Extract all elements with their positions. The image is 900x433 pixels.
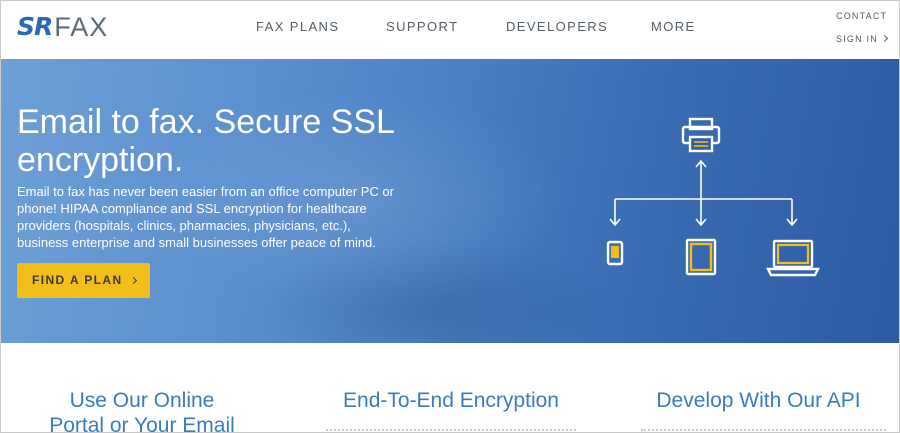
logo-word: FAX <box>54 12 109 42</box>
feature-portal-title-line1: Use Our Online <box>69 389 215 412</box>
nav-developers[interactable]: DEVELOPERS <box>506 19 608 35</box>
site-header: SR FAX FAX PLANS SUPPORT DEVELOPERS MORE… <box>1 1 899 59</box>
hero-title: Email to fax. Secure SSL encryption. <box>17 103 394 179</box>
feature-api-text-cutoff <box>641 429 886 432</box>
nav-fax-plans[interactable]: FAX PLANS <box>256 19 339 35</box>
chevron-right-icon <box>129 276 137 285</box>
feature-encryption-title: End-To-End Encryption <box>343 389 559 412</box>
feature-portal-title: Use Our Online Portal or Your Email <box>31 388 253 433</box>
device-diagram <box>606 117 820 277</box>
find-a-plan-label: FIND A PLAN <box>32 273 123 287</box>
nav-support[interactable]: SUPPORT <box>386 19 458 35</box>
sign-in-label: SIGN IN <box>836 34 878 44</box>
tablet-icon <box>685 238 717 276</box>
contact-link[interactable]: CONTACT <box>836 11 887 21</box>
feature-api-title: Develop With Our API <box>656 389 861 412</box>
feature-portal-title-line2: Portal or Your Email <box>49 414 235 433</box>
feature-encryption-text-cutoff <box>326 429 576 432</box>
page: SR FAX FAX PLANS SUPPORT DEVELOPERS MORE… <box>0 0 900 433</box>
phone-icon <box>606 240 624 266</box>
laptop-icon <box>766 239 820 277</box>
chevron-right-icon <box>880 34 888 43</box>
hero-banner: Email to fax. Secure SSL encryption. Ema… <box>1 59 899 343</box>
nav-more[interactable]: MORE <box>651 19 696 35</box>
find-a-plan-button[interactable]: FIND A PLAN <box>17 263 150 298</box>
printer-icon <box>681 117 721 153</box>
sign-in-link[interactable]: SIGN IN <box>836 34 888 44</box>
hero-description: Email to fax has never been easier from … <box>17 184 394 250</box>
srfax-logo[interactable]: SR FAX <box>17 12 109 42</box>
logo-mark: SR <box>17 12 53 41</box>
connector-lines <box>609 159 798 227</box>
